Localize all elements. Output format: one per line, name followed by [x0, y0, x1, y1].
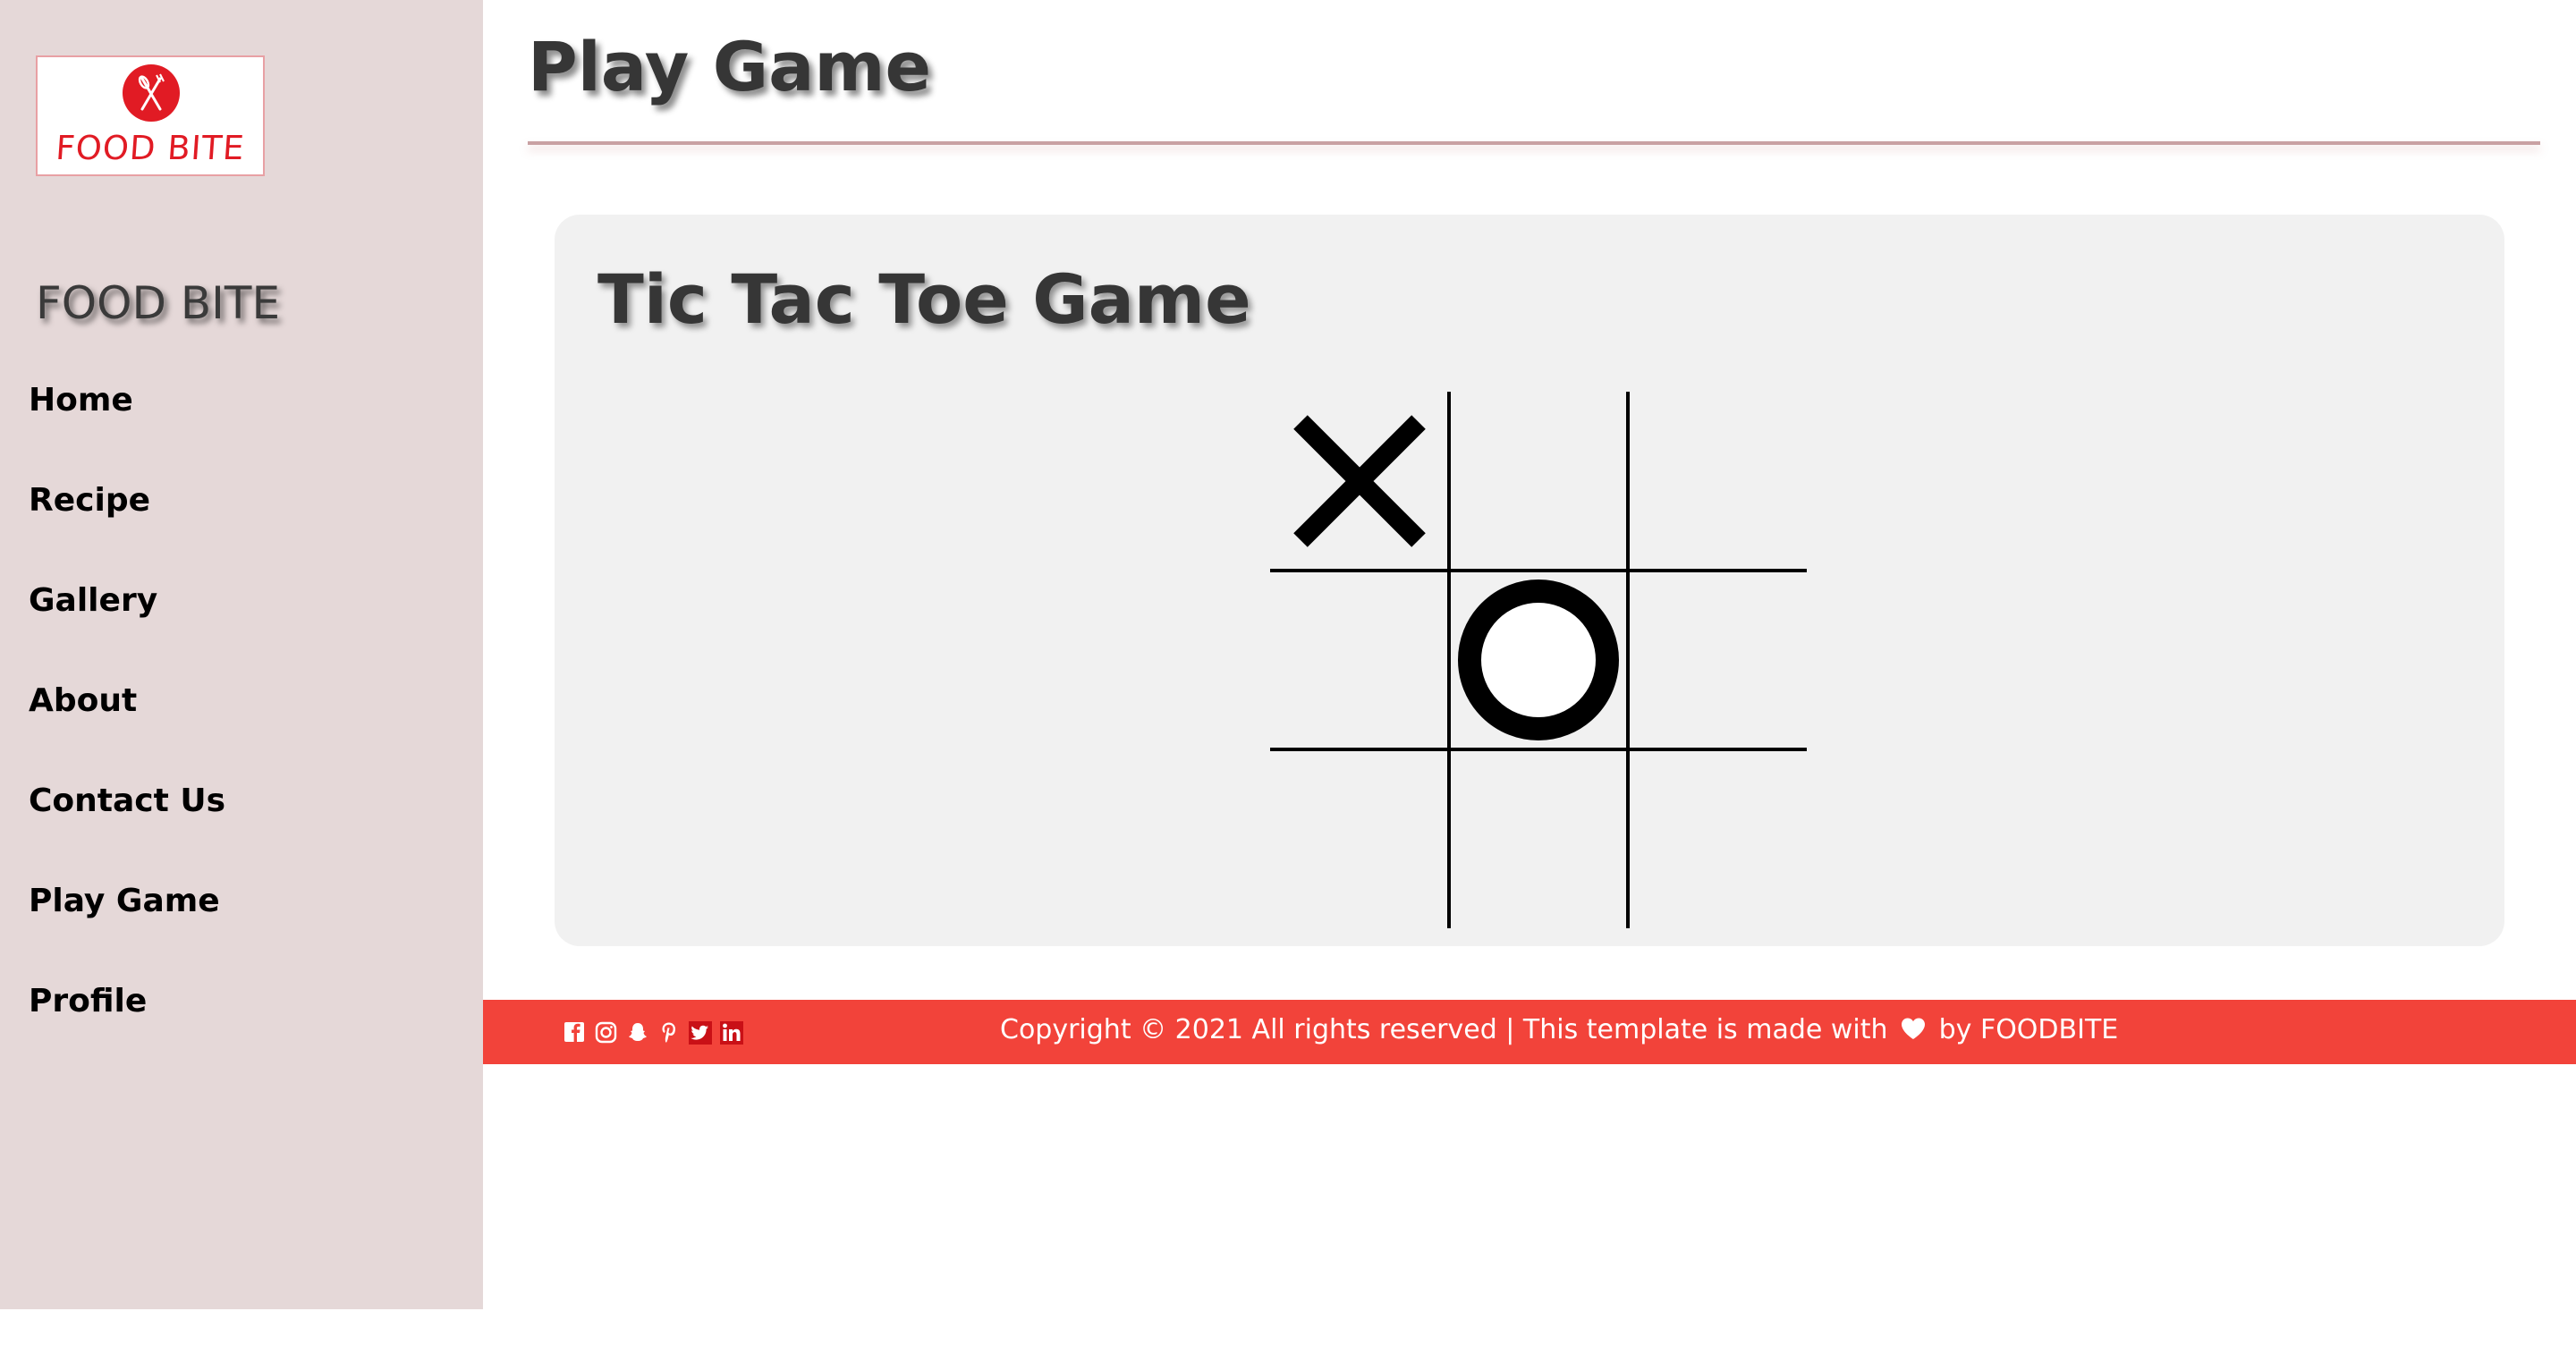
nav-link-contact-us[interactable]: Contact Us — [29, 774, 225, 828]
nav-link-gallery[interactable]: Gallery — [29, 574, 157, 628]
board-cell-3[interactable] — [1628, 392, 1807, 571]
title-divider — [528, 141, 2540, 145]
instagram-icon[interactable] — [595, 1019, 618, 1045]
game-card: Tic Tac Toe Game — [555, 215, 2504, 946]
heart-icon — [1900, 1016, 1927, 1041]
pinterest-icon[interactable] — [657, 1019, 681, 1045]
board-cell-4[interactable] — [1270, 571, 1449, 749]
board-cell-2[interactable] — [1449, 392, 1628, 571]
sidebar-nav: Home Recipe Gallery About Contact Us Pla… — [29, 374, 225, 1075]
sidebar-item-about: About — [29, 674, 225, 774]
sidebar-item-contact-us: Contact Us — [29, 774, 225, 875]
logo[interactable]: FOOD BITE — [36, 55, 265, 176]
social-links — [564, 1019, 743, 1045]
board-cell-8[interactable] — [1449, 749, 1628, 928]
sidebar-item-play-game: Play Game — [29, 875, 225, 975]
copyright-text: Copyright © 2021 All rights reserved | T… — [1000, 1014, 2118, 1045]
facebook-icon[interactable] — [564, 1019, 587, 1045]
o-mark-icon — [1458, 579, 1619, 740]
board-cell-7[interactable] — [1270, 749, 1449, 928]
board-cell-9[interactable] — [1628, 749, 1807, 928]
tic-tac-toe-board — [1270, 392, 1807, 928]
board-cell-6[interactable] — [1628, 571, 1807, 749]
board-cell-5[interactable] — [1449, 571, 1628, 749]
sidebar-item-gallery: Gallery — [29, 574, 225, 674]
nav-link-about[interactable]: About — [29, 674, 137, 728]
game-title: Tic Tac Toe Game — [597, 259, 1251, 339]
copyright-prefix: Copyright © 2021 All rights reserved | T… — [1000, 1014, 1888, 1045]
linkedin-icon[interactable] — [720, 1019, 743, 1045]
page-title: Play Game — [528, 27, 932, 106]
footer: Copyright © 2021 All rights reserved | T… — [483, 1000, 2576, 1064]
sidebar-item-profile: Profile — [29, 975, 225, 1075]
snapchat-icon[interactable] — [626, 1019, 649, 1045]
logo-text: FOOD BITE — [54, 129, 247, 167]
sidebar: FOOD BITE FOOD BITE Home Recipe Gallery … — [0, 0, 483, 1309]
sidebar-item-home: Home — [29, 374, 225, 474]
x-mark-icon — [1293, 415, 1426, 547]
brand-name: FOOD BITE — [36, 277, 281, 329]
nav-link-recipe[interactable]: Recipe — [29, 474, 150, 528]
nav-link-home[interactable]: Home — [29, 374, 133, 427]
board-cell-1[interactable] — [1270, 392, 1449, 571]
twitter-icon[interactable] — [689, 1019, 712, 1045]
copyright-suffix: by FOODBITE — [1938, 1014, 2119, 1045]
sidebar-item-recipe: Recipe — [29, 474, 225, 574]
nav-link-play-game[interactable]: Play Game — [29, 875, 220, 928]
nav-link-profile[interactable]: Profile — [29, 975, 147, 1028]
utensils-icon — [123, 64, 180, 122]
